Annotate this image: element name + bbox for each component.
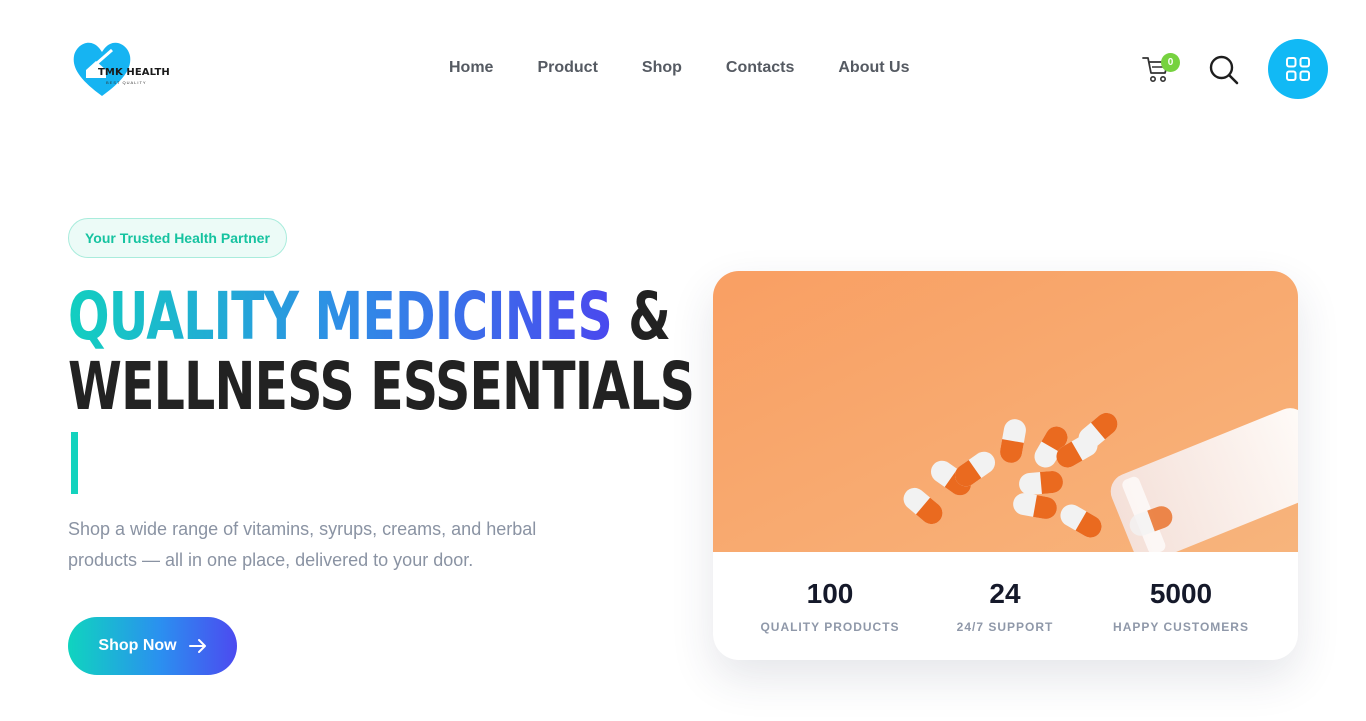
- hero-tag-text: Your Trusted Health Partner: [85, 230, 270, 246]
- nav-home[interactable]: Home: [449, 59, 493, 77]
- stat-number: 5000: [1149, 578, 1213, 609]
- stat-label: HAPPY CUSTOMERS: [1113, 620, 1249, 634]
- nav-contacts[interactable]: Contacts: [726, 59, 794, 77]
- shop-now-label: Shop Now: [98, 637, 177, 654]
- stat-number: 24: [989, 578, 1021, 609]
- stat-support: 24 24/7 SUPPORT: [915, 578, 1095, 634]
- search-button[interactable]: [1208, 54, 1240, 86]
- cart-count-badge: 0: [1161, 53, 1180, 72]
- nav-about-us[interactable]: About Us: [838, 59, 909, 77]
- headline-line-2: WELLNESS ESSENTIALS: [68, 348, 695, 425]
- nav-product[interactable]: Product: [537, 59, 597, 77]
- stat-quality-products: 100 QUALITY PRODUCTS: [740, 578, 920, 634]
- logo-tagline: BEST QUALITY: [106, 80, 147, 85]
- stat-happy-customers: 5000 HAPPY CUSTOMERS: [1091, 578, 1271, 634]
- pills-photo: [713, 271, 1298, 552]
- arrow-right-icon: [188, 639, 206, 653]
- logo-text: TMK HEALTH: [98, 67, 170, 78]
- stat-label: 24/7 SUPPORT: [956, 620, 1054, 634]
- hero-description: Shop a wide range of vitamins, syrups, c…: [68, 519, 537, 570]
- menu-button[interactable]: [1268, 39, 1328, 99]
- brand-logo[interactable]: TMK HEALTH BEST QUALITY: [72, 40, 172, 98]
- stat-label: QUALITY PRODUCTS: [760, 620, 900, 634]
- hero-headline: QUALITY MEDICINES & WELLNESS ESSENTIALS: [68, 282, 695, 425]
- typing-cursor: [71, 432, 78, 494]
- grid-menu-icon: [1286, 57, 1310, 81]
- nav-shop[interactable]: Shop: [642, 59, 682, 77]
- search-icon: [1209, 55, 1239, 85]
- shop-now-button[interactable]: Shop Now: [68, 617, 237, 675]
- stat-number: 100: [806, 578, 854, 609]
- main-nav: Home Product Shop Contacts About Us: [449, 59, 909, 77]
- headline-ampersand: &: [611, 278, 671, 355]
- hero-stats-card: 100 QUALITY PRODUCTS 24 24/7 SUPPORT 500…: [713, 271, 1298, 660]
- headline-gradient-text: QUALITY MEDICINES: [68, 278, 613, 355]
- hero-tag-badge: Your Trusted Health Partner: [68, 218, 287, 258]
